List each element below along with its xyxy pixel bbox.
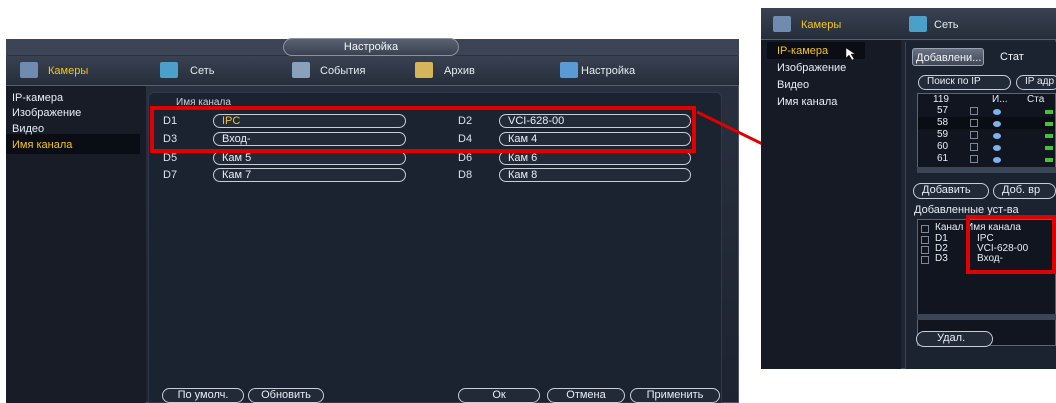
status-online-indicator — [1045, 134, 1053, 138]
ip-address-button[interactable]: IP адр — [1016, 75, 1056, 90]
row-checkbox[interactable] — [921, 236, 929, 244]
row-checkbox[interactable] — [970, 143, 978, 151]
camera-type-icon — [993, 157, 1001, 163]
horizontal-scrollbar[interactable] — [917, 167, 1056, 173]
row-checkbox[interactable] — [970, 107, 978, 115]
delete-button[interactable]: Удал. — [916, 331, 993, 347]
mouse-cursor-icon — [846, 48, 856, 60]
network-icon — [909, 16, 927, 32]
add-manual-button[interactable]: Доб. вр — [993, 183, 1056, 199]
tab-added[interactable]: Добавлени... — [912, 48, 984, 66]
list-header-status: Ста — [1027, 94, 1045, 105]
row-checkbox[interactable] — [921, 256, 929, 264]
added-row-id: D3 — [935, 253, 948, 264]
row-checkbox[interactable] — [970, 155, 978, 163]
camera-icon — [773, 16, 791, 32]
row-checkbox[interactable] — [970, 119, 978, 127]
menu-cameras-right[interactable]: Камеры — [801, 17, 841, 33]
list-header-name: И... — [992, 94, 1008, 105]
camera-type-icon — [993, 109, 1001, 115]
status-online-indicator — [1045, 122, 1053, 126]
add-device-button[interactable]: Добавить — [913, 183, 989, 199]
device-row[interactable]: 57 — [937, 105, 948, 117]
device-row[interactable]: 58 — [937, 117, 948, 129]
status-online-indicator — [1045, 146, 1053, 150]
device-row[interactable]: 59 — [937, 129, 948, 141]
highlight-box-added — [966, 215, 1056, 274]
row-checkbox[interactable] — [970, 131, 978, 139]
sidebar-item-image-right[interactable]: Изображение — [777, 60, 846, 76]
row-checkbox[interactable] — [921, 246, 929, 254]
camera-type-icon — [993, 121, 1001, 127]
status-online-indicator — [1045, 110, 1053, 114]
camera-type-icon — [993, 133, 1001, 139]
status-online-indicator — [1045, 158, 1053, 162]
sidebar-item-video-right[interactable]: Видео — [777, 77, 809, 93]
search-by-ip-button[interactable]: Поиск по IP — [918, 75, 1011, 90]
camera-type-icon — [993, 145, 1001, 151]
horizontal-scrollbar[interactable] — [917, 314, 1056, 320]
header-checkbox[interactable] — [921, 225, 929, 233]
device-row[interactable]: 61 — [937, 153, 948, 165]
sidebar-item-ip-camera-right[interactable]: IP-камера — [777, 43, 828, 59]
tab-status[interactable]: Стат — [1000, 48, 1024, 66]
device-row[interactable]: 60 — [937, 141, 948, 153]
sidebar-item-channel-name-right[interactable]: Имя канала — [777, 94, 837, 110]
menu-network-right[interactable]: Сеть — [934, 17, 958, 33]
